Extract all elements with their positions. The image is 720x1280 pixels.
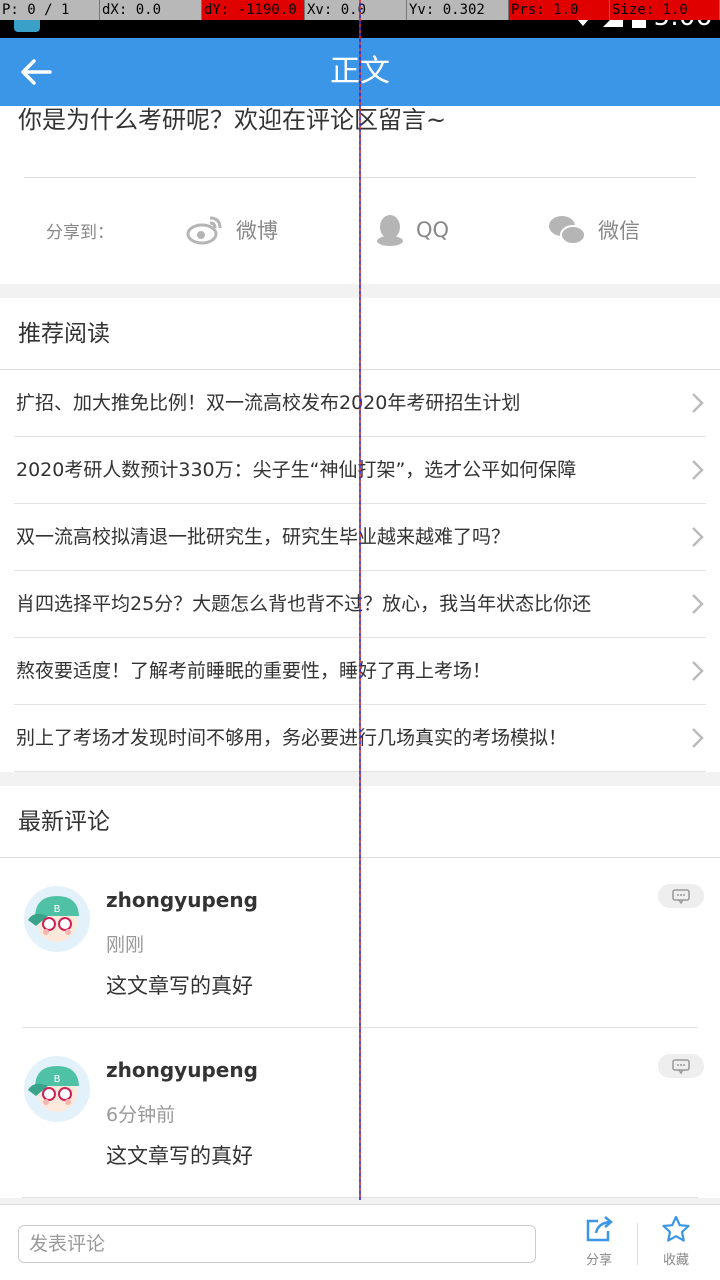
- recommended-item-title: 熬夜要适度！了解考前睡眠的重要性，睡好了再上考场！: [16, 660, 492, 682]
- pointer-trace-line: [359, 0, 361, 1200]
- article-text: 你是为什么考研呢？欢迎在评论区留言~: [18, 106, 447, 134]
- comment-username: zhongyupeng: [106, 888, 258, 912]
- avatar-cartoon-icon: B: [28, 896, 79, 942]
- share-wechat-button[interactable]: 微信: [548, 208, 640, 252]
- share-icon: [586, 1216, 613, 1242]
- share-weibo-label: 微博: [236, 219, 278, 243]
- comment-input[interactable]: [18, 1225, 536, 1263]
- reply-button[interactable]: [658, 1054, 704, 1078]
- recommended-item-title: 2020考研人数预计330万：尖子生“神仙打架”，选才公平如何保障: [16, 459, 577, 481]
- divider: [637, 1223, 638, 1265]
- favorite-button[interactable]: 收藏: [641, 1215, 711, 1275]
- comment-time: 刚刚: [106, 934, 145, 956]
- star-icon: [662, 1215, 690, 1242]
- avatar-cartoon-icon: B: [28, 1066, 79, 1112]
- svg-text:B: B: [54, 1074, 61, 1085]
- wechat-icon: [549, 216, 586, 245]
- recommended-item-title: 肖四选择平均25分？大题怎么背也背不过？放心，我当年状态比你还: [16, 593, 592, 615]
- chevron-right-icon: [692, 460, 704, 480]
- overlay-dx: dX: 0.0: [100, 0, 202, 20]
- reply-button[interactable]: [658, 884, 704, 908]
- share-button[interactable]: 分享: [564, 1215, 634, 1275]
- screen: 5:06 P: 0 / 1 dX: 0.0 dY: -1190.0 Xv: 0.…: [0, 0, 720, 1280]
- share-qq-button[interactable]: QQ: [376, 208, 449, 252]
- comment-username: zhongyupeng: [106, 1058, 258, 1082]
- avatar[interactable]: B: [24, 886, 90, 952]
- chevron-right-icon: [692, 594, 704, 614]
- qq-icon: [377, 215, 403, 246]
- recommended-item-title: 扩招、加大推免比例！双一流高校发布2020年考研招生计划: [16, 392, 521, 414]
- overlay-pressure: Prs: 1.0: [509, 0, 610, 20]
- chevron-right-icon: [692, 393, 704, 413]
- recommended-item-title: 双一流高校拟清退一批研究生，研究生毕业越来越难了吗？: [16, 526, 511, 548]
- share-weibo-button[interactable]: 微博: [186, 208, 278, 252]
- chevron-right-icon: [692, 728, 704, 748]
- arrow-left-icon: [21, 59, 52, 85]
- share-label: 分享到：: [46, 223, 114, 243]
- overlay-yv: Yv: 0.302: [407, 0, 509, 20]
- overlay-size: Size: 1.0: [610, 0, 720, 20]
- comment-time: 6分钟前: [106, 1104, 176, 1126]
- recommended-item-title: 别上了考场才发现时间不够用，务必要进行几场真实的考场模拟！: [16, 727, 568, 749]
- back-button[interactable]: [14, 52, 58, 92]
- overlay-dy: dY: -1190.0: [202, 0, 305, 20]
- chevron-right-icon: [692, 661, 704, 681]
- weibo-icon: [186, 216, 222, 245]
- comment-bubble-icon: [672, 889, 690, 904]
- svg-text:B: B: [54, 904, 61, 915]
- comment-bubble-icon: [672, 1059, 690, 1074]
- comment-text: 这文章写的真好: [106, 974, 253, 998]
- comment-text: 这文章写的真好: [106, 1144, 253, 1168]
- share-qq-label: QQ: [416, 218, 450, 242]
- favorite-label: 收藏: [662, 1253, 689, 1268]
- avatar[interactable]: B: [24, 1056, 90, 1122]
- overlay-xv: Xv: 0.0: [305, 0, 407, 20]
- share-label: 分享: [585, 1253, 612, 1268]
- share-wechat-label: 微信: [598, 219, 640, 243]
- overlay-pointer-count: P: 0 / 1: [0, 0, 100, 20]
- bottom-bar: 分享 收藏: [0, 1204, 720, 1280]
- chevron-right-icon: [692, 527, 704, 547]
